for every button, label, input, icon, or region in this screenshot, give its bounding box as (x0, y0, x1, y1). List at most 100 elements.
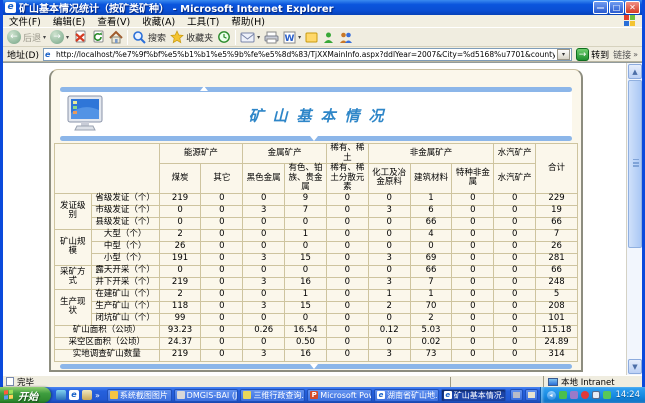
menu-favorites[interactable]: 收藏(A) (142, 14, 175, 28)
notes-button[interactable] (305, 31, 318, 44)
row-group-header: 生产现状 (55, 289, 92, 325)
start-button[interactable]: 开始 (0, 387, 51, 403)
home-button[interactable] (109, 30, 123, 44)
table-cell: 0 (243, 289, 285, 301)
quicklaunch-ie-icon[interactable]: e (69, 390, 79, 400)
mail-button[interactable]: ▾ (240, 31, 260, 43)
ie-favicon: e (45, 50, 54, 59)
table-cell: 0 (494, 349, 536, 361)
edit-button[interactable]: W ▾ (283, 31, 301, 44)
taskbar-button[interactable]: PMicrosoft Pow... (307, 389, 372, 402)
table-cell: 0 (452, 217, 494, 229)
table-cell: 26 (536, 241, 578, 253)
taskbar-button-label: Microsoft Pow... (320, 391, 372, 400)
minimize-button[interactable]: — (593, 1, 608, 14)
titlebar[interactable]: e 矿山基本情况统计（按矿类矿种） - Microsoft Internet E… (3, 0, 642, 15)
menu-file[interactable]: 文件(F) (9, 14, 41, 28)
tray-display-icon[interactable] (592, 391, 600, 399)
task-buttons: 系统截图图片DMGIS-BAI (J:)三维行政查询...PMicrosoft … (105, 387, 508, 403)
tray-collapse-icon[interactable]: ◂ (547, 391, 556, 400)
powerpoint-icon: P (310, 391, 318, 399)
maximize-button[interactable]: □ (609, 1, 624, 14)
quicklaunch-outlook-icon[interactable] (82, 390, 92, 400)
vertical-scrollbar[interactable]: ▲ ▼ (626, 63, 642, 375)
table-cell: 0 (494, 289, 536, 301)
menu-view[interactable]: 查看(V) (97, 14, 130, 28)
window-mini-icon (513, 392, 520, 398)
print-button[interactable] (264, 31, 279, 44)
quicklaunch-chevron-icon[interactable]: » (95, 391, 100, 400)
address-dropdown-icon[interactable]: ▾ (557, 49, 570, 60)
toolbar-separator (127, 30, 128, 45)
table-row: 市级发证（个）00370360019 (55, 205, 578, 217)
stop-icon (73, 30, 87, 44)
messenger-button[interactable] (322, 31, 335, 44)
scroll-down-icon[interactable]: ▼ (628, 359, 642, 374)
close-button[interactable]: ✕ (625, 1, 640, 14)
discuss-button[interactable] (339, 31, 353, 44)
table-cell: 0 (326, 277, 368, 289)
row-header: 井下开采（个） (91, 277, 159, 289)
table-cell: 0 (326, 337, 368, 349)
row-header: 实地调查矿山数量 (55, 349, 160, 361)
stop-button[interactable] (73, 30, 87, 44)
table-cell: 0 (452, 337, 494, 349)
table-cell: 0 (243, 217, 285, 229)
menu-edit[interactable]: 编辑(E) (53, 14, 85, 28)
address-label: 地址(D) (7, 48, 39, 61)
menu-tools[interactable]: 工具(T) (187, 14, 219, 28)
table-cell: 5.03 (410, 325, 452, 337)
table-cell: 26 (159, 241, 201, 253)
browser-viewport: 矿山基本情况 能源矿产金属矿产稀有、稀土非金属矿产水汽矿产合计煤炭其它黑色金属有… (3, 62, 642, 375)
taskbar-clock: 14:24 (616, 390, 641, 400)
taskbar-button[interactable]: e矿山基本情况... (441, 389, 506, 402)
tray-icon[interactable] (570, 391, 578, 399)
table-cell: 66 (410, 217, 452, 229)
taskbar-mini-button[interactable] (525, 389, 538, 401)
tray-icon[interactable] (603, 391, 611, 399)
go-button[interactable]: → 转到 (576, 48, 609, 61)
taskbar-button[interactable]: e湖南省矿山地... (374, 389, 439, 402)
table-cell: 0 (159, 265, 201, 277)
table-row: 采矿方式露天开采（个）000000660066 (55, 265, 578, 277)
table-cell: 0 (326, 289, 368, 301)
taskbar-button[interactable]: DMGIS-BAI (J:) (174, 389, 239, 402)
table-cell: 0 (201, 205, 243, 217)
address-input[interactable]: e http://localhost/%e7%9f%bf%e5%b1%b1%e5… (43, 48, 572, 61)
taskbar-button[interactable]: 三维行政查询... (240, 389, 305, 402)
app-icon (243, 391, 251, 399)
back-button[interactable]: ← 后退 ▾ (7, 30, 46, 44)
go-arrow-icon: → (576, 48, 589, 61)
table-cell: 0 (452, 277, 494, 289)
quicklaunch-desktop-icon[interactable] (56, 390, 66, 400)
favorites-button[interactable]: 收藏夹 (170, 30, 213, 44)
forward-button[interactable]: → ▾ (50, 30, 69, 44)
scrollbar-thumb[interactable] (628, 80, 642, 248)
table-cell: 7 (410, 277, 452, 289)
table-row: 生产矿山（个）1180315027000208 (55, 301, 578, 313)
taskbar-mini-button[interactable] (510, 389, 523, 401)
table-cell: 0 (326, 253, 368, 265)
menu-help[interactable]: 帮助(H) (231, 14, 265, 28)
history-button[interactable] (217, 30, 231, 44)
tray-icon[interactable] (559, 391, 567, 399)
taskbar-button[interactable]: 系统截图图片 (107, 389, 172, 402)
statusbar: 完毕 本地 Intranet (3, 375, 642, 387)
table-cell: 0 (494, 313, 536, 325)
table-cell: 0 (452, 289, 494, 301)
table-cell: 0 (452, 253, 494, 265)
edit-dropdown-icon: ▾ (298, 34, 301, 41)
discuss-icon (339, 31, 353, 44)
status-text: 完毕 (17, 376, 34, 388)
search-button[interactable]: 搜索 (132, 30, 166, 44)
taskbar-button-label: 湖南省矿山地... (387, 390, 439, 401)
table-row: 中型（个）260000000026 (55, 241, 578, 253)
column-header: 煤炭 (159, 164, 201, 194)
table-cell: 0 (326, 193, 368, 205)
scroll-up-icon[interactable]: ▲ (628, 64, 642, 79)
refresh-button[interactable] (91, 30, 105, 44)
tray-icon[interactable] (581, 391, 589, 399)
table-cell: 0 (368, 337, 410, 349)
table-cell: 0.02 (410, 337, 452, 349)
links-bar[interactable]: 链接 » (613, 48, 638, 61)
